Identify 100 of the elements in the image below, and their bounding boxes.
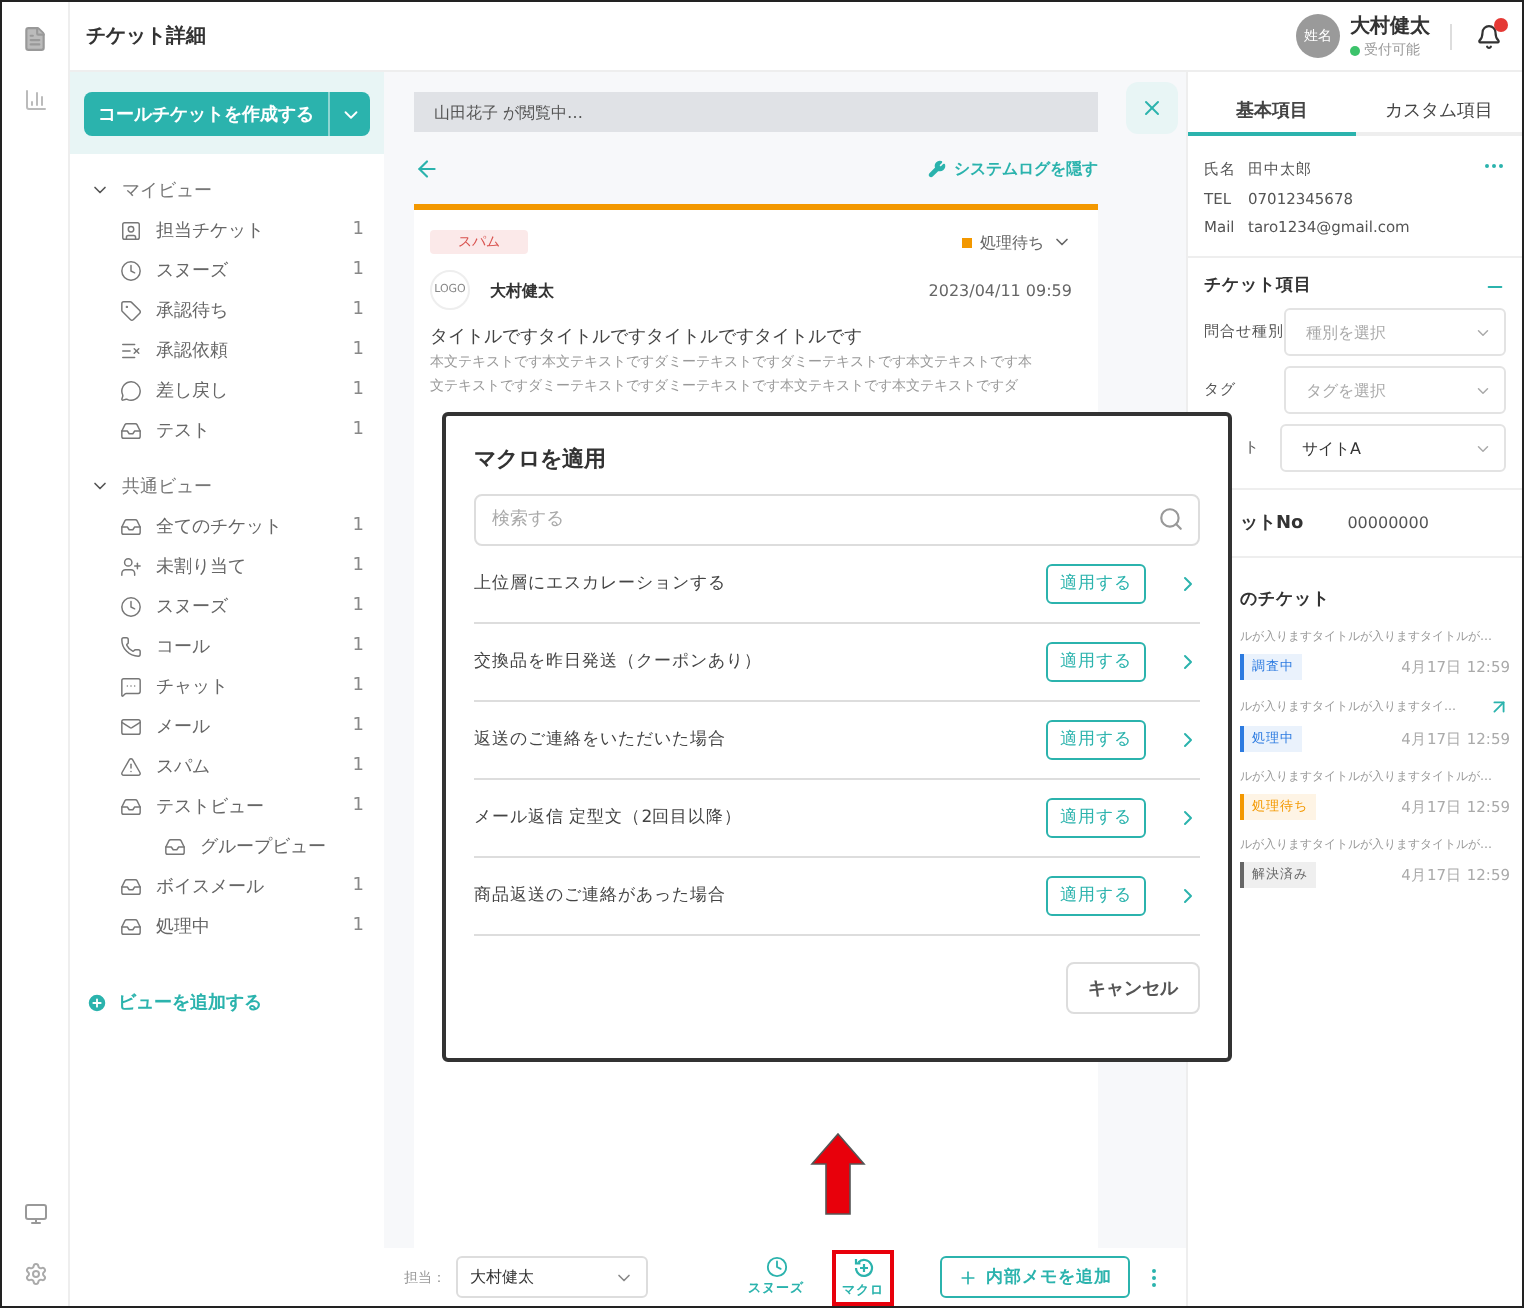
sidebar-item[interactable]: 担当チケット 1 xyxy=(70,210,384,250)
macro-name: 返送のご連絡をいただいた場合 xyxy=(474,728,728,752)
tray-icon xyxy=(120,795,142,817)
external-link-icon[interactable] xyxy=(1488,696,1510,718)
item-label: テスト xyxy=(156,419,212,443)
sidebar-item[interactable]: スヌーズ 1 xyxy=(70,586,384,626)
item-count: 1 xyxy=(352,516,364,536)
sidebar-item[interactable]: 全てのチケット 1 xyxy=(70,506,384,546)
item-label: 担当チケット xyxy=(156,219,266,243)
tray-icon xyxy=(164,835,186,857)
sidebar-item[interactable]: テスト 1 xyxy=(70,410,384,450)
field-label: ットNo xyxy=(1240,512,1304,536)
chat-icon xyxy=(120,675,142,697)
item-count: 1 xyxy=(352,380,364,400)
dialog-title: マクロを適用 xyxy=(474,444,608,474)
search-field[interactable]: 検索する xyxy=(474,494,1200,546)
back-arrow-icon[interactable] xyxy=(414,155,440,181)
user-name: 大村健太 xyxy=(1350,13,1430,40)
macro-name: 商品返送のご連絡があった場合 xyxy=(474,884,728,908)
wrench-icon xyxy=(928,159,946,177)
plus-icon xyxy=(958,1267,978,1287)
sidebar-item[interactable]: スパム 1 xyxy=(70,746,384,786)
notification-button[interactable] xyxy=(1450,23,1502,49)
section-header[interactable]: マイビュー xyxy=(70,170,384,210)
sidebar-item[interactable]: テストビュー 1 xyxy=(70,786,384,826)
item-label: 承認待ち xyxy=(156,299,230,323)
assignee-select[interactable]: 大村健太 xyxy=(456,1256,648,1298)
item-count: 1 xyxy=(352,340,364,360)
item-label: メール xyxy=(156,715,212,739)
close-icon xyxy=(1140,96,1164,120)
tray-icon xyxy=(120,875,142,897)
macro-name: 上位層にエスカレーションする xyxy=(474,572,728,596)
item-count: 1 xyxy=(352,420,364,440)
macro-name: メール返信 定型文（2回目以降） xyxy=(474,806,745,830)
item-label: 差し戻し xyxy=(156,379,230,403)
item-count: 1 xyxy=(352,916,364,936)
sidebar-item[interactable]: 承認待ち 1 xyxy=(70,290,384,330)
item-label: 未割り当て xyxy=(156,555,248,579)
page-title: チケット詳細 xyxy=(86,23,208,50)
message-date: 2023/04/11 09:59 xyxy=(928,281,1072,299)
tab[interactable]: 基本項目 xyxy=(1188,88,1355,136)
section-header[interactable]: 共通ビュー xyxy=(70,466,384,506)
section-title: マイビュー xyxy=(122,179,212,203)
sidebar-item[interactable]: 処理中 1 xyxy=(70,906,384,946)
sender-name: 大村健太 xyxy=(490,279,556,301)
section-title: のチケット xyxy=(1240,590,1330,610)
sidebar-item[interactable]: ボイスメール 1 xyxy=(70,866,384,906)
plus-circle-icon xyxy=(86,992,108,1014)
tab[interactable]: カスタム項目 xyxy=(1355,88,1522,136)
select-field[interactable]: サイトA xyxy=(1280,424,1506,472)
clock-icon xyxy=(765,1256,787,1278)
item-label: グループビュー xyxy=(200,834,328,859)
sidebar-item[interactable]: 承認依頼 1 xyxy=(70,330,384,370)
sidebar-item[interactable]: チャット 1 xyxy=(70,666,384,706)
status-select[interactable]: 処理待ち xyxy=(962,231,1072,253)
clock-icon xyxy=(120,595,142,617)
list-x-icon xyxy=(120,339,142,361)
sidebar-item[interactable]: 差し戻し 1 xyxy=(70,370,384,410)
section-title: チケット項目 xyxy=(1204,274,1312,298)
item-count: 1 xyxy=(352,756,364,776)
sidebar-item[interactable]: グループビュー xyxy=(70,826,384,866)
mail-icon xyxy=(120,715,142,737)
item-label: テストビュー xyxy=(156,795,266,819)
tag-icon xyxy=(120,299,142,321)
item-count: 1 xyxy=(352,220,364,240)
item-label: スパム xyxy=(156,755,212,779)
tray-icon xyxy=(120,419,142,441)
item-count: 1 xyxy=(352,676,364,696)
chart-icon[interactable] xyxy=(23,88,47,112)
item-count: 1 xyxy=(352,556,364,576)
sidebar-item[interactable]: スヌーズ 1 xyxy=(70,250,384,290)
phone-icon xyxy=(120,635,142,657)
item-label: 全てのチケット xyxy=(156,515,284,539)
sidebar-item[interactable]: 未割り当て 1 xyxy=(70,546,384,586)
up-arrow-drawing xyxy=(810,1132,866,1216)
person-card-icon xyxy=(120,219,142,241)
item-label: 承認依頼 xyxy=(156,339,230,363)
item-label: スヌーズ xyxy=(156,595,230,619)
tray-icon xyxy=(120,515,142,537)
search-icon xyxy=(1158,506,1184,532)
sidebar-item[interactable]: コール 1 xyxy=(70,626,384,666)
settings-icon[interactable] xyxy=(23,1262,47,1286)
monitor-icon[interactable] xyxy=(23,1202,47,1226)
dropdown-button[interactable] xyxy=(328,92,370,136)
add-user-icon xyxy=(120,555,142,577)
ticket-number: 00000000 xyxy=(1347,514,1429,532)
item-count: 1 xyxy=(352,300,364,320)
clock-icon xyxy=(120,259,142,281)
viewing-notice: 山田花子 が閲覧中… xyxy=(414,92,1098,132)
item-label: ボイスメール xyxy=(156,875,266,899)
cancel-button[interactable]: キャンセル xyxy=(1066,962,1200,1014)
document-icon[interactable] xyxy=(22,26,48,52)
item-count: 1 xyxy=(352,596,364,616)
close-button[interactable] xyxy=(1126,82,1178,134)
item-label: コール xyxy=(156,635,212,659)
sidebar-item[interactable]: メール 1 xyxy=(70,706,384,746)
macro-name: 交換品を昨日発送（クーポンあり） xyxy=(474,650,764,674)
speech-bubble-icon xyxy=(120,379,142,401)
warning-icon xyxy=(120,755,142,777)
item-count: 1 xyxy=(352,636,364,656)
